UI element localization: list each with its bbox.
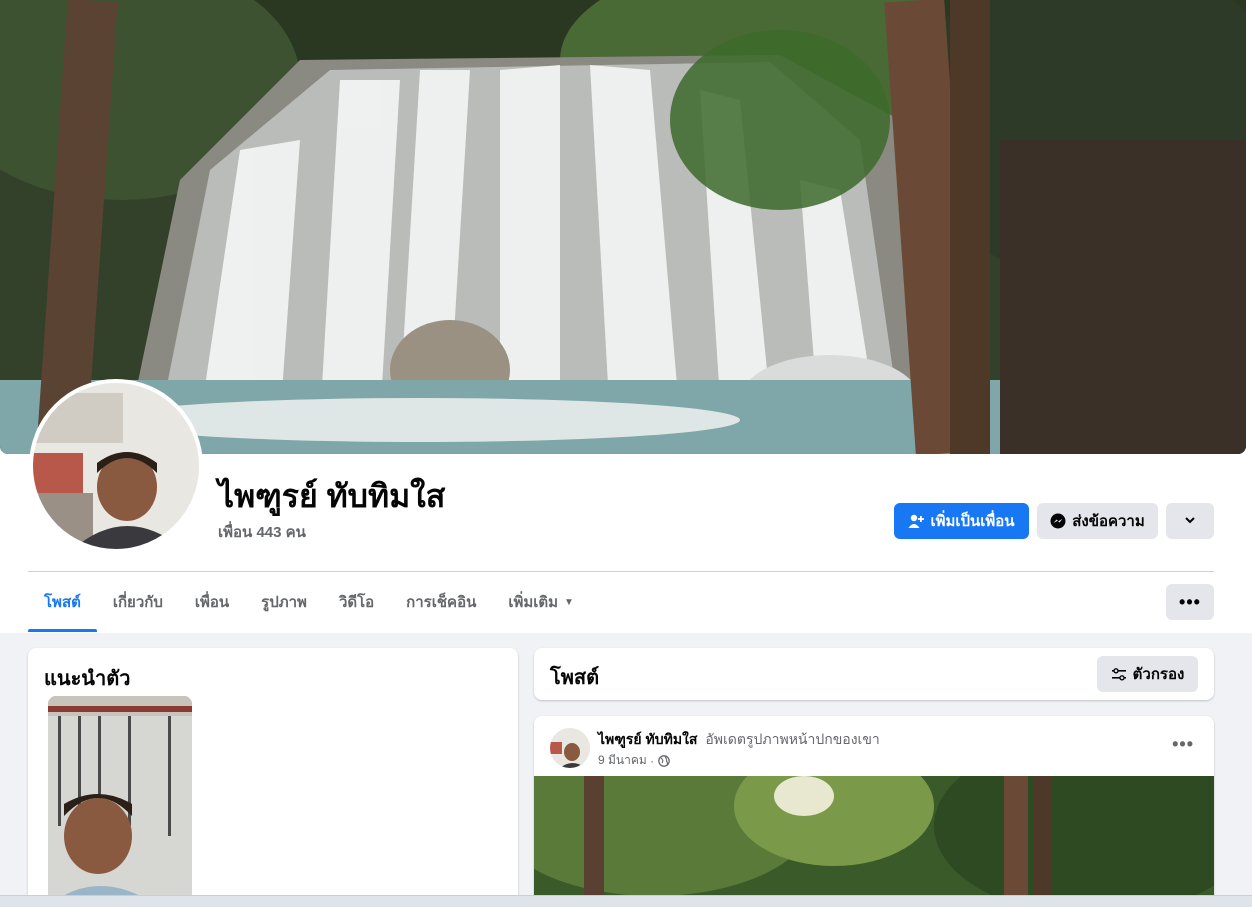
- post-forest-image: [534, 776, 1214, 907]
- more-dots-icon: •••: [1179, 591, 1201, 612]
- tab-posts[interactable]: โพสต์: [28, 572, 97, 632]
- avatar-image: [33, 383, 199, 549]
- profile-header: ไพฑูรย์ ทับทิมใส เพื่อน 443 คน เพิ่มเป็น…: [0, 0, 1252, 633]
- tab-more[interactable]: เพิ่มเติม ▼: [492, 572, 590, 632]
- tab-label: เพื่อน: [194, 594, 230, 611]
- tab-label: รูปภาพ: [261, 594, 307, 611]
- tab-about[interactable]: เกี่ยวกับ: [97, 572, 179, 632]
- more-options-button[interactable]: •••: [1166, 584, 1214, 620]
- meta-separator: ·: [646, 753, 655, 768]
- add-friend-label: เพิ่มเป็นเพื่อน: [930, 513, 1015, 530]
- add-friend-button[interactable]: เพิ่มเป็นเพื่อน: [894, 503, 1029, 539]
- friends-count[interactable]: เพื่อน 443 คน: [218, 520, 306, 544]
- filter-label: ตัวกรอง: [1132, 666, 1185, 683]
- profile-avatar[interactable]: [29, 379, 203, 553]
- waterfall-cover-image: [0, 0, 1246, 454]
- posts-title: โพสต์: [550, 667, 600, 689]
- add-friend-icon: [908, 513, 925, 529]
- post-date[interactable]: 9 มีนาคม: [598, 751, 647, 770]
- globe-icon: [658, 754, 670, 767]
- os-taskbar: [0, 895, 1252, 907]
- dropdown-caret-icon: ▼: [564, 596, 574, 608]
- posts-header-card: โพสต์ ตัวกรอง: [534, 648, 1214, 700]
- filter-button[interactable]: ตัวกรอง: [1097, 656, 1198, 692]
- post-author-avatar[interactable]: [550, 728, 590, 768]
- tab-photos[interactable]: รูปภาพ: [245, 572, 323, 632]
- post-card: ไพฑูรย์ ทับทิมใส อัพเดตรูปภาพหน้าปกของเข…: [534, 716, 1214, 907]
- messenger-icon: [1050, 513, 1066, 529]
- tab-label: เกี่ยวกับ: [112, 594, 163, 611]
- tab-videos[interactable]: วิดีโอ: [323, 572, 390, 632]
- tab-friends[interactable]: เพื่อน: [179, 572, 245, 632]
- profile-name: ไพฑูรย์ ทับทิมใส: [218, 478, 446, 514]
- featured-photo-image: [48, 696, 192, 906]
- cover-photo[interactable]: [0, 0, 1246, 454]
- intro-card: แนะนำตัว: [28, 648, 518, 907]
- tab-label: โพสต์: [44, 594, 81, 611]
- profile-options-dropdown[interactable]: [1166, 503, 1214, 539]
- intro-title: แนะนำตัว: [44, 668, 131, 690]
- tab-label: เพิ่มเติม: [508, 594, 559, 611]
- post-image[interactable]: [534, 776, 1214, 907]
- chevron-down-icon: [1184, 513, 1196, 530]
- tab-checkins[interactable]: การเช็คอิน: [390, 572, 492, 632]
- message-label: ส่งข้อความ: [1072, 513, 1145, 530]
- post-meta: 9 มีนาคม ·: [598, 751, 670, 770]
- profile-tabs: โพสต์ เกี่ยวกับ เพื่อน รูปภาพ วิดีโอ การ…: [28, 572, 590, 632]
- tab-label: การเช็คอิน: [406, 594, 477, 611]
- post-author-name[interactable]: ไพฑูรย์ ทับทิมใส: [598, 731, 697, 747]
- filter-icon: [1111, 666, 1127, 682]
- message-button[interactable]: ส่งข้อความ: [1037, 503, 1158, 539]
- tab-label: วิดีโอ: [338, 594, 375, 611]
- featured-photo[interactable]: [48, 696, 192, 906]
- post-author-line: ไพฑูรย์ ทับทิมใส อัพเดตรูปภาพหน้าปกของเข…: [598, 729, 880, 751]
- post-more-options-icon[interactable]: •••: [1172, 734, 1194, 755]
- post-action-text: อัพเดตรูปภาพหน้าปกของเขา: [705, 731, 880, 747]
- post-author-avatar-image: [550, 728, 590, 768]
